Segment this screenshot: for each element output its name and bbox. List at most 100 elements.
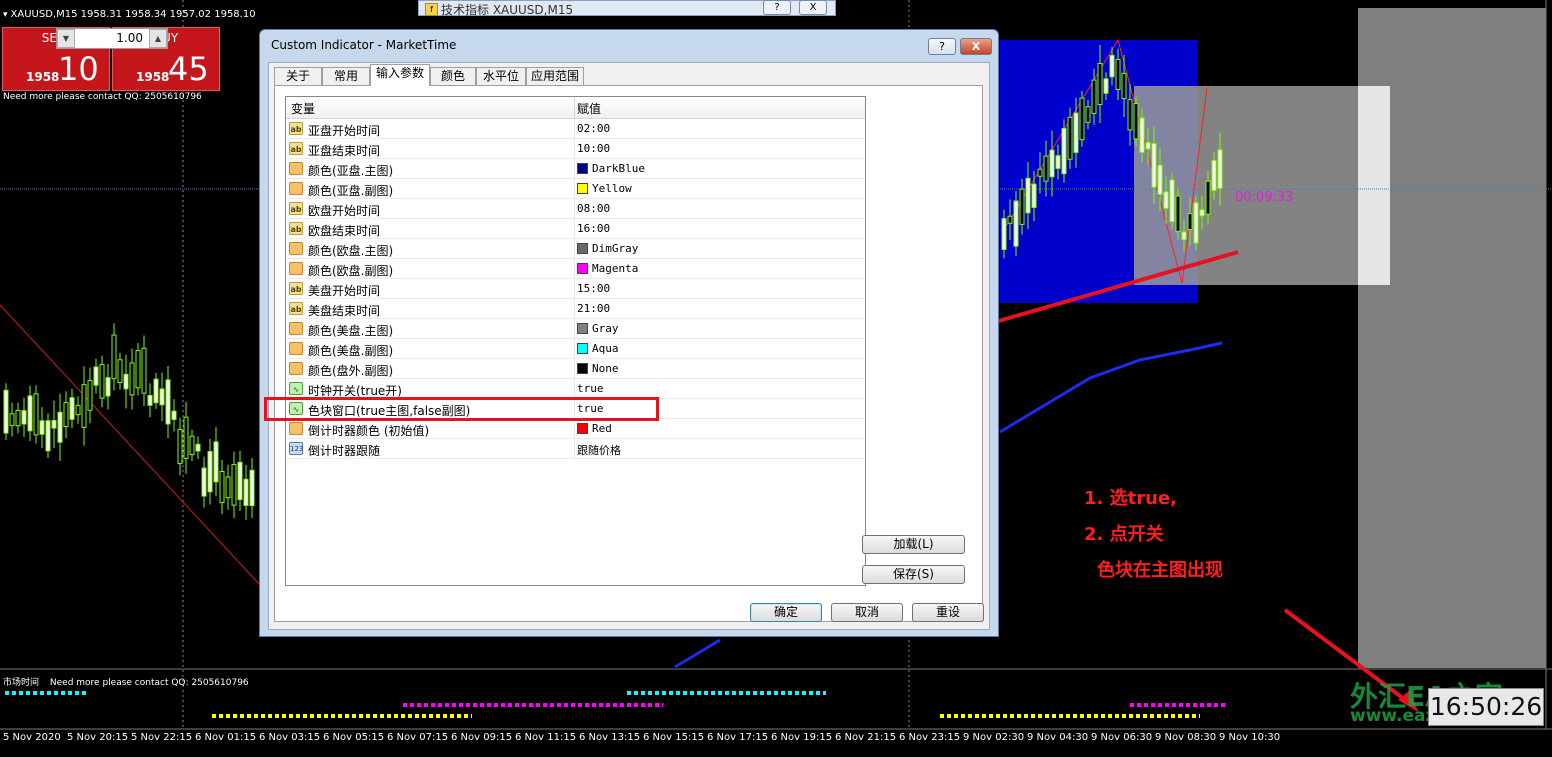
param-value[interactable]: DarkBlue <box>577 162 645 175</box>
countdown-timer: 00:09:33 <box>1235 190 1294 205</box>
sub-window-name: 市场时间 <box>3 678 40 688</box>
candle-body <box>165 379 171 425</box>
param-row[interactable]: 颜色(盘外.副图) None <box>286 359 865 379</box>
candle-body <box>1127 99 1133 131</box>
candle-body <box>1217 149 1223 189</box>
candle-body <box>1001 218 1007 251</box>
tab-visualization[interactable]: 应用范围 <box>526 67 584 85</box>
load-button[interactable]: 加载(L) <box>862 535 965 554</box>
indicator-window-close-button[interactable]: X <box>799 0 827 15</box>
time-axis-label: 6 Nov 21:15 <box>835 732 897 743</box>
text-param-icon: ab <box>289 202 303 215</box>
param-value[interactable]: 02:00 <box>577 122 610 135</box>
dialog-close-button[interactable]: X <box>960 38 992 55</box>
indicator-window-help-button[interactable]: ? <box>763 0 791 15</box>
time-axis-label: 5 Nov 20:15 <box>67 732 129 743</box>
candle-body <box>1049 149 1055 178</box>
param-row[interactable]: 倒计时器颜色 (初始值) Red <box>286 419 865 439</box>
color-swatch <box>577 163 588 174</box>
param-row[interactable]: 颜色(欧盘.副图) Magenta <box>286 259 865 279</box>
param-row[interactable]: 颜色(亚盘.主图) DarkBlue <box>286 159 865 179</box>
lot-decrease-button[interactable]: ▼ <box>57 29 75 48</box>
candle-body <box>1139 117 1145 153</box>
param-row[interactable]: 颜色(亚盘.副图) Yellow <box>286 179 865 199</box>
contact-note: Need more please contact QQ: 2505610796 <box>3 92 202 102</box>
candle-body <box>225 476 231 499</box>
param-value[interactable]: Aqua <box>577 342 619 355</box>
time-axis-label: 6 Nov 05:15 <box>323 732 385 743</box>
dialog-help-button[interactable]: ? <box>928 38 956 55</box>
param-value[interactable]: 15:00 <box>577 282 610 295</box>
candle-body <box>183 416 189 459</box>
tab-about[interactable]: 关于 <box>274 67 322 85</box>
param-row[interactable]: 颜色(美盘.副图) Aqua <box>286 339 865 359</box>
param-value[interactable]: 16:00 <box>577 222 610 235</box>
param-value[interactable]: Gray <box>577 322 619 335</box>
param-row[interactable]: ∿ 时钟开关(true开) true <box>286 379 865 399</box>
sub-window-label: 市场时间 Need more please contact QQ: 250561… <box>3 675 249 688</box>
cancel-button[interactable]: 取消 <box>831 603 903 622</box>
candle-body <box>147 395 153 406</box>
candle-body <box>153 378 159 404</box>
text-param-icon: ab <box>289 222 303 235</box>
tab-common[interactable]: 常用 <box>322 67 370 85</box>
candle-body <box>1085 106 1091 123</box>
color-param-icon <box>289 322 303 335</box>
time-axis-label: 6 Nov 11:15 <box>515 732 577 743</box>
param-row[interactable]: ab 亚盘结束时间 10:00 <box>286 139 865 159</box>
param-row[interactable]: ab 亚盘开始时间 02:00 <box>286 119 865 139</box>
indicator-window-titlebar[interactable]: f 技术指标 XAUUSD,M15 ? X <box>418 0 836 17</box>
reset-button[interactable]: 重设 <box>912 603 984 622</box>
candle-body <box>1031 183 1037 208</box>
color-swatch <box>577 423 588 434</box>
candle-body <box>1121 72 1127 100</box>
param-name: 美盘结束时间 <box>308 304 381 318</box>
tab-colors[interactable]: 颜色 <box>430 67 476 85</box>
color-swatch <box>577 363 588 374</box>
param-value[interactable]: Magenta <box>577 262 638 275</box>
tab-levels[interactable]: 水平位 <box>476 67 526 85</box>
candle-body <box>63 402 69 428</box>
time-axis-label: 6 Nov 09:15 <box>451 732 513 743</box>
param-value[interactable]: Yellow <box>577 182 632 195</box>
param-value[interactable]: 跟随价格 <box>577 442 621 458</box>
param-row[interactable]: 颜色(欧盘.主图) DimGray <box>286 239 865 259</box>
param-name: 欧盘开始时间 <box>308 204 381 218</box>
candle-body <box>1133 103 1139 140</box>
ok-button[interactable]: 确定 <box>750 603 822 622</box>
param-row[interactable]: ab 欧盘结束时间 16:00 <box>286 219 865 239</box>
candle-body <box>1187 213 1193 230</box>
param-name: 欧盘结束时间 <box>308 224 381 238</box>
save-button[interactable]: 保存(S) <box>862 565 965 584</box>
param-value-text: 21:00 <box>577 302 611 315</box>
number-param-icon: 123 <box>289 442 303 455</box>
lot-size-value[interactable]: 1.00 <box>77 31 147 45</box>
candle-body <box>213 441 219 483</box>
candle-body <box>1055 155 1061 169</box>
candle-body <box>1157 164 1163 195</box>
candle-body <box>1151 143 1157 188</box>
param-value[interactable]: 10:00 <box>577 142 610 155</box>
tab-inputs[interactable]: 输入参数 <box>370 64 430 86</box>
candle-body <box>1211 159 1217 192</box>
param-row[interactable]: 颜色(美盘.主图) Gray <box>286 319 865 339</box>
param-value[interactable]: None <box>577 362 619 375</box>
buy-price-big: 45 <box>168 50 209 88</box>
param-value[interactable]: 08:00 <box>577 202 610 215</box>
lot-increase-button[interactable]: ▲ <box>149 29 167 48</box>
param-row[interactable]: 123 倒计时器跟随 跟随价格 <box>286 439 865 459</box>
param-value[interactable]: DimGray <box>577 242 638 255</box>
param-row[interactable]: ab 美盘开始时间 15:00 <box>286 279 865 299</box>
sub-window-note: Need more please contact QQ: 2505610796 <box>49 678 249 688</box>
lot-size-field[interactable]: ▼ 1.00 ▲ <box>56 28 168 49</box>
candle-body <box>1037 168 1043 177</box>
param-value[interactable]: 21:00 <box>577 302 610 315</box>
param-value[interactable]: true <box>577 382 604 395</box>
candle-body <box>9 413 15 426</box>
candle-body <box>1109 54 1115 78</box>
param-row[interactable]: ab 欧盘开始时间 08:00 <box>286 199 865 219</box>
candle-body <box>141 347 147 394</box>
param-value[interactable]: Red <box>577 422 612 435</box>
param-row[interactable]: ab 美盘结束时间 21:00 <box>286 299 865 319</box>
time-axis-label: 9 Nov 02:30 <box>963 732 1025 743</box>
